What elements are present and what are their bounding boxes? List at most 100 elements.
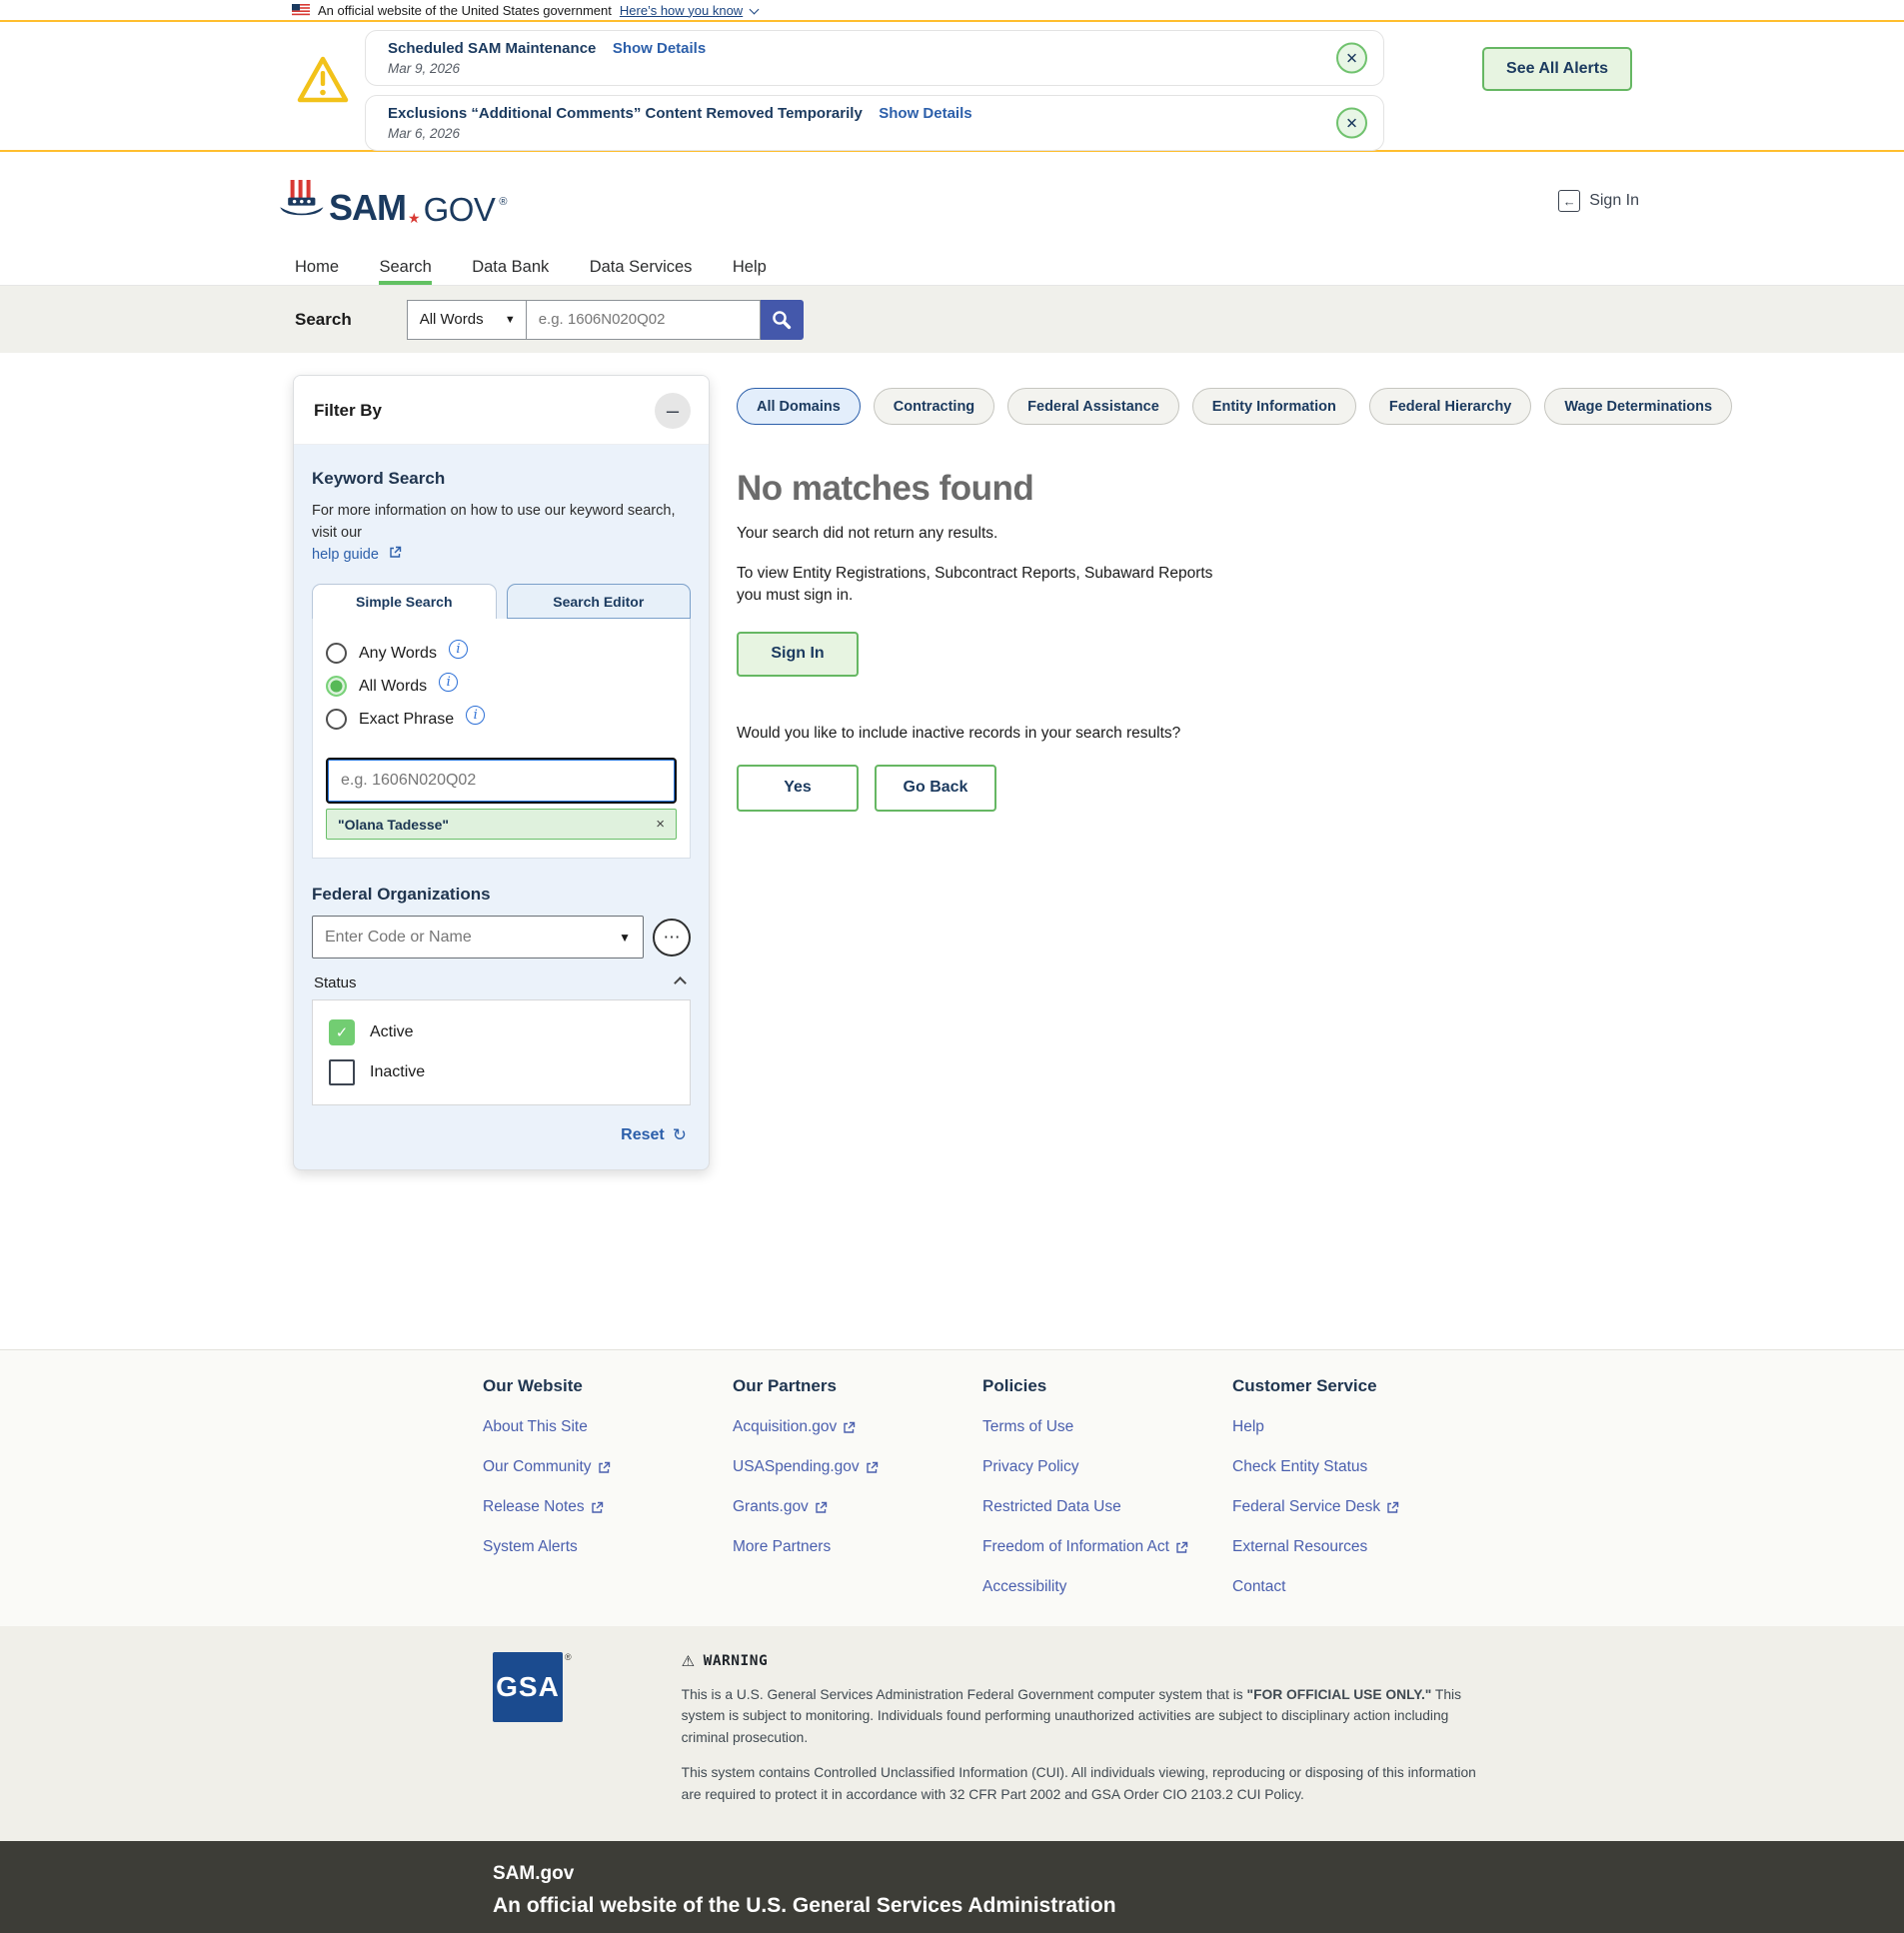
bottom-footer: SAM.gov An official website of the U.S. … [0, 1841, 1904, 1933]
alert-close-button[interactable]: ✕ [1336, 108, 1367, 139]
sign-in-link[interactable]: ← Sign In [1558, 190, 1639, 212]
footer-link[interactable]: Grants.gov [733, 1498, 982, 1516]
keyword-tag: "Olana Tadesse" × [326, 809, 677, 840]
see-all-alerts-button[interactable]: See All Alerts [1482, 47, 1632, 91]
status-options: ✓ Active Inactive [312, 999, 691, 1105]
alert-show-details-link[interactable]: Show Details [613, 40, 706, 57]
footer-official-text: An official website of the U.S. General … [493, 1894, 1904, 1918]
radio-exact-phrase[interactable] [326, 709, 347, 730]
yes-button[interactable]: Yes [737, 765, 859, 812]
keyword-search-input[interactable] [326, 758, 677, 804]
footer-link[interactable]: Accessibility [982, 1578, 1232, 1596]
footer-link[interactable]: Our Community [483, 1458, 733, 1476]
info-icon[interactable]: i [449, 640, 468, 659]
info-icon[interactable]: i [439, 673, 458, 692]
footer-link[interactable]: Release Notes [483, 1498, 733, 1516]
external-link-icon [598, 1461, 611, 1474]
warning-paragraph-1: This is a U.S. General Services Administ… [682, 1684, 1481, 1748]
status-heading: Status [314, 974, 357, 991]
tab-simple-search[interactable]: Simple Search [312, 584, 497, 619]
domain-pill-federal-assistance[interactable]: Federal Assistance [1007, 388, 1179, 425]
status-inactive-label: Inactive [370, 1063, 425, 1081]
footer-link[interactable]: Contact [1232, 1578, 1482, 1596]
domain-pill-all-domains[interactable]: All Domains [737, 388, 861, 425]
domain-pill-contracting[interactable]: Contracting [874, 388, 994, 425]
footer-col-heading: Our Partners [733, 1376, 982, 1396]
footer-link[interactable]: Help [1232, 1418, 1482, 1436]
nav-item-search[interactable]: Search [379, 252, 431, 285]
federal-org-more-button[interactable]: ⋯ [653, 919, 691, 957]
tab-search-editor[interactable]: Search Editor [507, 584, 692, 619]
alert-close-button[interactable]: ✕ [1336, 43, 1367, 74]
alert-date: Mar 6, 2026 [388, 126, 1319, 141]
logo-sam-text: SAM [329, 190, 406, 226]
federal-org-combobox[interactable]: Enter Code or Name ▼ [312, 916, 644, 959]
help-guide-link[interactable]: help guide [312, 547, 379, 563]
footer-link[interactable]: More Partners [733, 1538, 982, 1556]
nav-item-help[interactable]: Help [733, 252, 767, 285]
footer-link[interactable]: Federal Service Desk [1232, 1498, 1482, 1516]
footer-link[interactable]: External Resources [1232, 1538, 1482, 1556]
external-link-icon [389, 546, 402, 559]
checkbox-active-checked[interactable]: ✓ [329, 1019, 355, 1045]
external-link-icon [815, 1501, 828, 1514]
main-nav: Home Search Data Bank Data Services Help [0, 252, 1904, 286]
reset-label: Reset [621, 1126, 665, 1144]
radio-all-words-label: All Words [359, 678, 427, 696]
usa-official-banner: An official website of the United States… [0, 0, 1904, 22]
domain-pill-federal-hierarchy[interactable]: Federal Hierarchy [1369, 388, 1532, 425]
radio-all-words[interactable] [326, 676, 347, 697]
domain-pill-wage-determinations[interactable]: Wage Determinations [1544, 388, 1732, 425]
remove-tag-icon[interactable]: × [656, 816, 665, 833]
alert-title: Scheduled SAM Maintenance [388, 40, 596, 57]
main-content: Filter By – Keyword Search For more info… [0, 353, 1904, 1349]
reset-refresh-icon: ↻ [673, 1125, 687, 1145]
footer-link[interactable]: USASpending.gov [733, 1458, 982, 1476]
search-mode-select[interactable]: All Words ▼ [407, 300, 527, 340]
collapse-filters-button[interactable]: – [655, 393, 691, 429]
logo-gov-text: GOV [424, 193, 496, 226]
samgov-logo[interactable]: SAM ★ GOV ® [277, 174, 508, 226]
status-active-option[interactable]: ✓ Active [329, 1019, 674, 1045]
footer-link[interactable]: Restricted Data Use [982, 1498, 1232, 1516]
info-icon[interactable]: i [466, 706, 485, 725]
how-you-know-link[interactable]: Here’s how you know [620, 3, 743, 18]
reset-filters[interactable]: Reset ↻ [316, 1125, 687, 1145]
footer-link[interactable]: System Alerts [483, 1538, 733, 1556]
footer-link[interactable]: Terms of Use [982, 1418, 1232, 1436]
sign-in-button[interactable]: Sign In [737, 632, 859, 677]
radio-any-words[interactable] [326, 643, 347, 664]
domain-pill-entity-information[interactable]: Entity Information [1192, 388, 1356, 425]
footer-link[interactable]: Acquisition.gov [733, 1418, 982, 1436]
filter-by-title: Filter By [314, 401, 382, 421]
footer-link[interactable]: Freedom of Information Act [982, 1538, 1232, 1556]
footer-links: Our Website About This Site Our Communit… [0, 1349, 1904, 1626]
footer-link[interactable]: Privacy Policy [982, 1458, 1232, 1476]
go-back-button[interactable]: Go Back [875, 765, 996, 812]
search-mode-value: All Words [420, 311, 484, 328]
combo-caret-icon: ▼ [619, 931, 631, 945]
nav-item-data-services[interactable]: Data Services [590, 252, 693, 285]
global-search-input[interactable] [527, 300, 761, 340]
select-caret-icon: ▼ [505, 314, 516, 326]
radio-exact-phrase-label: Exact Phrase [359, 711, 454, 729]
status-inactive-option[interactable]: Inactive [329, 1059, 674, 1085]
alert-title: Exclusions “Additional Comments” Content… [388, 105, 863, 122]
status-section-toggle[interactable]: Status [314, 974, 689, 991]
nav-item-home[interactable]: Home [295, 252, 339, 285]
external-link-icon [591, 1501, 604, 1514]
alert-card: Scheduled SAM Maintenance Show Details M… [365, 30, 1384, 86]
alert-show-details-link[interactable]: Show Details [879, 105, 971, 122]
checkbox-inactive-unchecked[interactable] [329, 1059, 355, 1085]
us-flag-icon [292, 4, 310, 16]
external-link-icon [866, 1461, 879, 1474]
search-submit-button[interactable] [761, 300, 804, 340]
footer-col-heading: Customer Service [1232, 1376, 1482, 1396]
footer-link[interactable]: Check Entity Status [1232, 1458, 1482, 1476]
magnifier-icon [772, 310, 792, 330]
footer-link[interactable]: About This Site [483, 1418, 733, 1436]
external-link-icon [843, 1421, 856, 1434]
nav-item-data-bank[interactable]: Data Bank [472, 252, 549, 285]
keyword-tag-text: "Olana Tadesse" [338, 817, 449, 833]
global-search-bar: Search All Words ▼ [0, 286, 1904, 353]
